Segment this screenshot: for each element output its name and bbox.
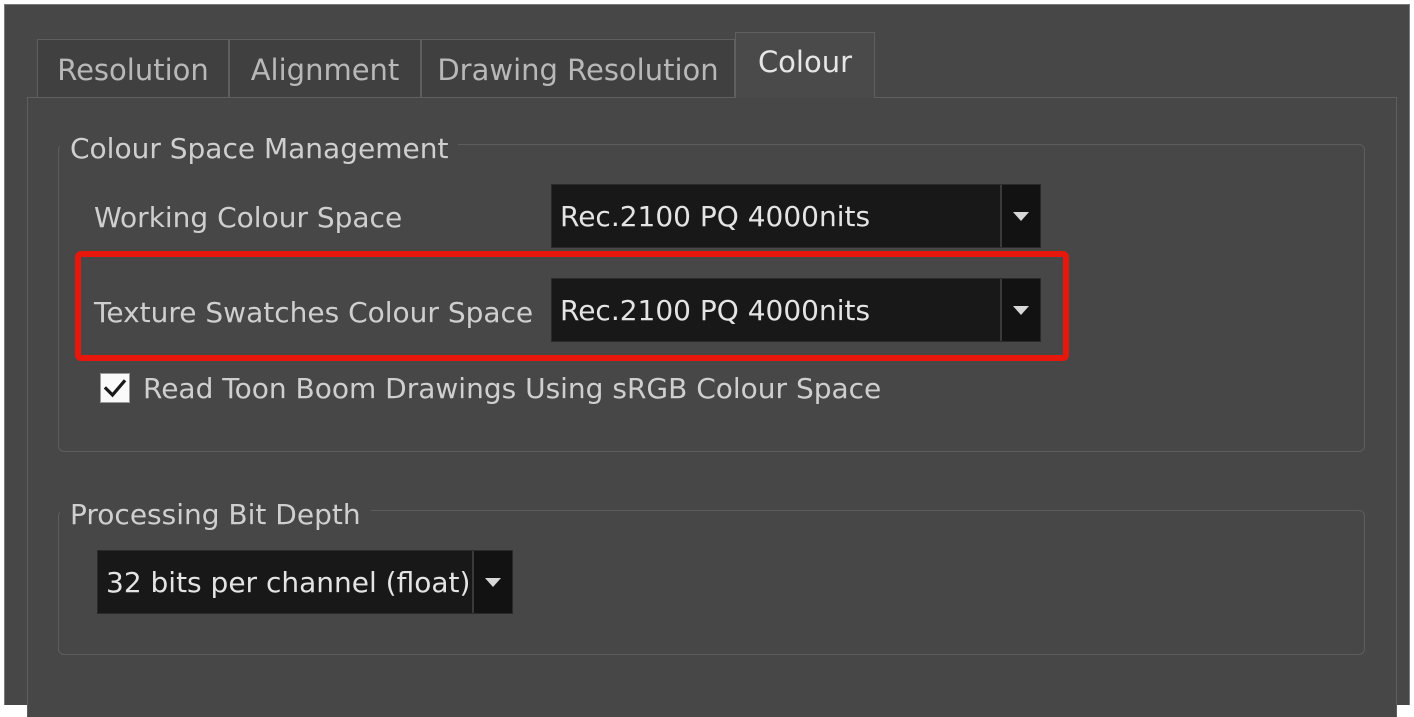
working-colour-space-value: Rec.2100 PQ 4000nits <box>560 199 871 233</box>
read-toon-boom-checkbox[interactable] <box>100 373 130 403</box>
texture-swatches-colour-space-value: Rec.2100 PQ 4000nits <box>560 293 871 327</box>
chevron-down-icon <box>1013 305 1029 315</box>
preferences-window: Resolution Alignment Drawing Resolution … <box>4 4 1410 717</box>
chevron-down-icon <box>485 577 501 587</box>
tab-colour[interactable]: Colour <box>735 32 875 98</box>
read-toon-boom-label[interactable]: Read Toon Boom Drawings Using sRGB Colou… <box>143 369 881 409</box>
processing-bit-depth-title: Processing Bit Depth <box>60 495 371 535</box>
tab-resolution[interactable]: Resolution <box>37 39 229 99</box>
working-colour-space-dropdown[interactable]: Rec.2100 PQ 4000nits <box>551 184 1041 248</box>
tab-colour-label: Colour <box>757 44 853 79</box>
processing-bit-depth-dropdown[interactable]: 32 bits per channel (float) <box>97 550 513 614</box>
tab-resolution-label: Resolution <box>57 52 209 87</box>
checkmark-icon <box>103 379 127 398</box>
colour-space-management-title: Colour Space Management <box>60 129 459 169</box>
tab-drawing-resolution[interactable]: Drawing Resolution <box>421 39 735 99</box>
texture-swatches-colour-space-arrow[interactable] <box>1000 279 1040 341</box>
chevron-down-icon <box>1013 211 1029 221</box>
processing-bit-depth-value: 32 bits per channel (float) <box>106 565 471 599</box>
texture-swatches-colour-space-label: Texture Swatches Colour Space <box>94 296 534 329</box>
tab-alignment-label: Alignment <box>250 52 400 87</box>
working-colour-space-arrow[interactable] <box>1000 185 1040 247</box>
processing-bit-depth-arrow[interactable] <box>472 551 512 613</box>
colour-tab-panel: Colour Space Management Working Colour S… <box>27 97 1397 717</box>
texture-swatches-colour-space-dropdown[interactable]: Rec.2100 PQ 4000nits <box>551 278 1041 342</box>
tab-drawing-resolution-label: Drawing Resolution <box>437 52 719 87</box>
working-colour-space-label: Working Colour Space <box>94 201 403 234</box>
tab-alignment[interactable]: Alignment <box>229 39 421 99</box>
